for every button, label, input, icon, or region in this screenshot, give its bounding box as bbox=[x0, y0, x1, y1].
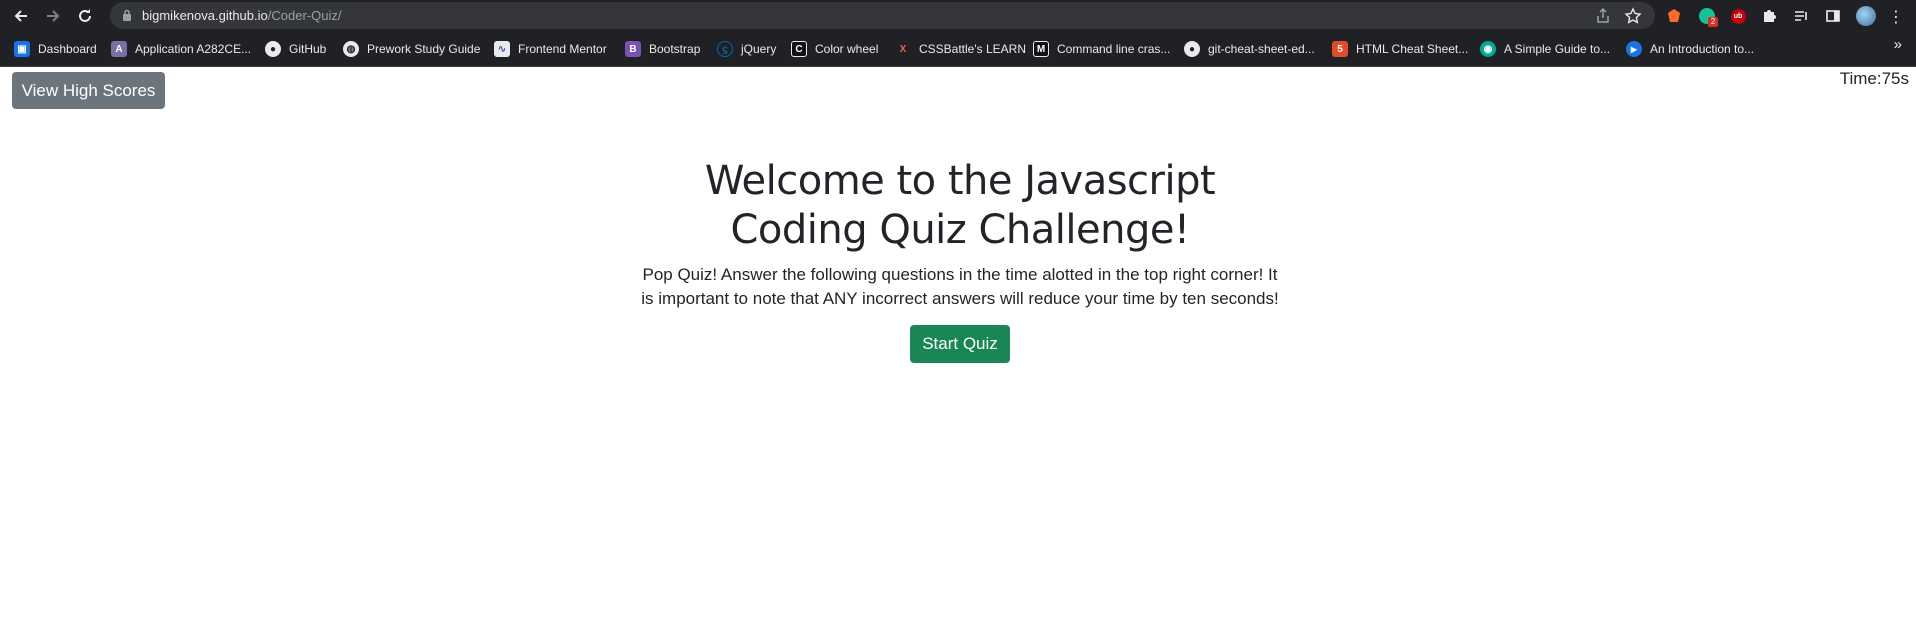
bookmarks-bar: ▣ Dashboard A Application A282CE... ● Gi… bbox=[0, 31, 1916, 67]
timer-value: 75s bbox=[1881, 69, 1909, 88]
bookmark-cssbattle[interactable]: X CSSBattle's LEARN bbox=[895, 40, 1026, 58]
grammarly-icon[interactable]: 2 bbox=[1697, 6, 1718, 27]
puzzle-icon[interactable] bbox=[1759, 6, 1779, 26]
grammarly-badge: 2 bbox=[1708, 17, 1718, 27]
bookmark-label: Prework Study Guide bbox=[367, 42, 481, 56]
ublock-shield: ub bbox=[1730, 8, 1746, 24]
intro-section: Welcome to the Javascript Coding Quiz Ch… bbox=[640, 157, 1280, 311]
command-line-icon: M bbox=[1033, 41, 1049, 57]
bookmark-git-cheat-sheet[interactable]: ● git-cheat-sheet-ed... bbox=[1184, 40, 1315, 58]
cssbattle-icon: X bbox=[895, 41, 911, 57]
side-panel-icon[interactable] bbox=[1823, 6, 1843, 26]
bookmark-label: A Simple Guide to... bbox=[1504, 42, 1611, 56]
avatar-image bbox=[1856, 6, 1876, 26]
bookmark-label: An Introduction to... bbox=[1650, 42, 1755, 56]
arrow-left-icon bbox=[14, 10, 27, 22]
color-wheel-icon: C bbox=[791, 41, 807, 57]
address-bar[interactable]: bigmikenova.github.io/Coder-Quiz/ bbox=[110, 2, 1655, 29]
forward-button[interactable] bbox=[42, 5, 64, 27]
view-high-scores-button[interactable]: View High Scores bbox=[12, 72, 165, 109]
brave-icon[interactable] bbox=[1664, 6, 1684, 26]
jquery-icon: ϛ bbox=[717, 41, 733, 57]
bookmark-prework[interactable]: ◍ Prework Study Guide bbox=[343, 40, 480, 58]
bookmark-bootstrap[interactable]: B Bootstrap bbox=[625, 40, 700, 58]
bookmark-command-line[interactable]: M Command line cras... bbox=[1033, 40, 1170, 58]
lock-icon bbox=[123, 9, 131, 21]
bookmark-label: git-cheat-sheet-ed... bbox=[1208, 42, 1315, 56]
globe-icon: ◍ bbox=[343, 41, 359, 57]
bookmark-label: Color wheel bbox=[815, 42, 879, 56]
kebab-menu-icon[interactable]: ⋮ bbox=[1886, 6, 1906, 26]
github-icon: ● bbox=[265, 41, 281, 57]
brave-shape bbox=[1668, 9, 1680, 22]
bookmark-jquery[interactable]: ϛ jQuery bbox=[717, 40, 776, 58]
back-button[interactable] bbox=[10, 5, 32, 27]
bookmark-label: Application A282CE... bbox=[135, 42, 252, 56]
arrow-right-icon bbox=[47, 10, 60, 22]
profile-avatar[interactable] bbox=[1856, 6, 1876, 26]
star-icon[interactable] bbox=[1624, 7, 1642, 25]
play-icon: ▶ bbox=[1626, 41, 1642, 57]
reading-list-shape bbox=[1795, 11, 1807, 21]
reading-list-icon[interactable] bbox=[1791, 6, 1811, 26]
bookmark-label: GitHub bbox=[289, 42, 327, 56]
reload-button[interactable] bbox=[74, 5, 96, 27]
start-quiz-button[interactable]: Start Quiz bbox=[910, 325, 1010, 363]
bookmark-application[interactable]: A Application A282CE... bbox=[111, 40, 251, 58]
html5-icon: 5 bbox=[1332, 41, 1348, 57]
timer: Time: 75s bbox=[1840, 69, 1909, 89]
timer-label: Time: bbox=[1839, 69, 1882, 88]
bookmark-label: Frontend Mentor bbox=[518, 42, 607, 56]
bookmark-simple-guide[interactable]: ◉ A Simple Guide to... bbox=[1480, 40, 1610, 58]
bookmark-github[interactable]: ● GitHub bbox=[265, 40, 326, 58]
url-text: bigmikenova.github.io/Coder-Quiz/ bbox=[142, 8, 341, 23]
bookmark-introduction[interactable]: ▶ An Introduction to... bbox=[1626, 40, 1754, 58]
bookmark-label: CSSBattle's LEARN bbox=[919, 42, 1026, 56]
share-icon[interactable] bbox=[1594, 7, 1612, 25]
bootstrap-icon: B bbox=[625, 41, 641, 57]
ublock-icon[interactable]: ub bbox=[1728, 6, 1748, 26]
url-path: /Coder-Quiz/ bbox=[267, 8, 342, 23]
side-panel-shape bbox=[1826, 10, 1840, 22]
bookmark-color-wheel[interactable]: C Color wheel bbox=[791, 40, 878, 58]
bookmark-frontend-mentor[interactable]: ∿ Frontend Mentor bbox=[494, 40, 607, 58]
bookmark-label: Dashboard bbox=[38, 42, 97, 56]
bookmark-label: HTML Cheat Sheet... bbox=[1356, 42, 1469, 56]
puzzle-shape bbox=[1764, 10, 1776, 22]
bookmark-label: jQuery bbox=[741, 42, 777, 56]
simple-guide-icon: ◉ bbox=[1480, 41, 1496, 57]
browser-toolbar: bigmikenova.github.io/Coder-Quiz/ 2 ub ⋮ bbox=[0, 0, 1916, 31]
github-icon: ● bbox=[1184, 41, 1200, 57]
page-content: View High Scores Time: 75s Welcome to th… bbox=[0, 67, 1916, 626]
dashboard-icon: ▣ bbox=[14, 41, 30, 57]
page-title: Welcome to the Javascript Coding Quiz Ch… bbox=[704, 158, 1216, 253]
application-icon: A bbox=[111, 41, 127, 57]
url-host: bigmikenova.github.io bbox=[142, 8, 268, 23]
bookmarks-overflow-icon[interactable]: » bbox=[1894, 36, 1902, 53]
frontend-mentor-icon: ∿ bbox=[494, 41, 510, 57]
bookmark-label: Bootstrap bbox=[649, 42, 701, 56]
bookmark-label: Command line cras... bbox=[1057, 42, 1171, 56]
intro-description: Pop Quiz! Answer the following questions… bbox=[641, 265, 1279, 308]
bookmark-html-cheat-sheet[interactable]: 5 HTML Cheat Sheet... bbox=[1332, 40, 1468, 58]
reload-icon bbox=[79, 9, 91, 22]
bookmark-dashboard[interactable]: ▣ Dashboard bbox=[14, 40, 97, 58]
